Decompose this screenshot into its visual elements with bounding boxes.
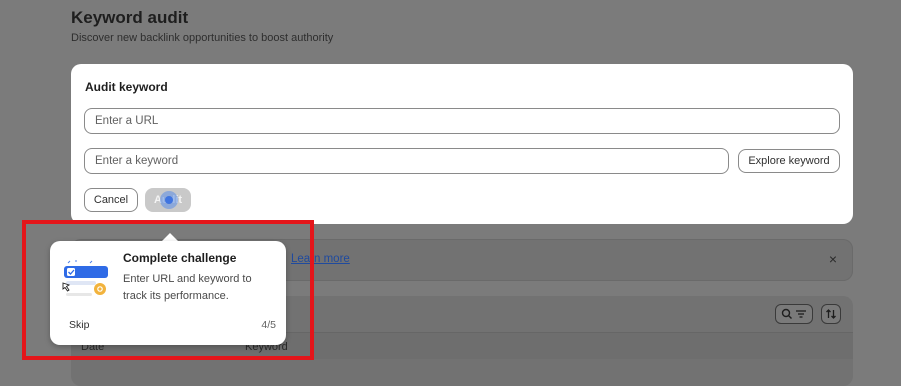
popover-title: Complete challenge: [123, 251, 237, 265]
popover-body: Enter URL and keyword to track its perfo…: [123, 273, 252, 302]
pulse-indicator-icon: [160, 191, 178, 209]
challenge-illustration-icon: [62, 260, 108, 296]
url-input[interactable]: Enter a URL: [84, 108, 840, 134]
search-icon: [781, 308, 792, 319]
keyword-input[interactable]: Enter a keyword: [84, 148, 729, 174]
audit-keyword-card: Audit keyword Enter a URL Enter a keywor…: [71, 64, 853, 224]
url-input-placeholder: Enter a URL: [95, 115, 159, 127]
filter-icon: [796, 310, 806, 318]
close-icon[interactable]: ×: [829, 251, 837, 267]
skip-button[interactable]: Skip: [69, 319, 89, 331]
explore-keyword-button[interactable]: Explore keyword: [738, 149, 840, 173]
search-filter-button[interactable]: [775, 304, 813, 324]
cancel-button[interactable]: Cancel: [84, 188, 138, 212]
onboarding-popover: Complete challenge Enter URL and keyword…: [50, 241, 286, 345]
audit-button[interactable]: Audit: [145, 188, 191, 212]
audit-card-title: Audit keyword: [85, 80, 168, 94]
step-counter: 4/5: [261, 319, 276, 331]
sort-icon: [826, 309, 836, 319]
page-subtitle: Discover new backlink opportunities to b…: [71, 32, 334, 44]
sort-button[interactable]: [821, 304, 841, 324]
keyword-input-placeholder: Enter a keyword: [95, 155, 179, 167]
page-title: Keyword audit: [71, 8, 189, 27]
